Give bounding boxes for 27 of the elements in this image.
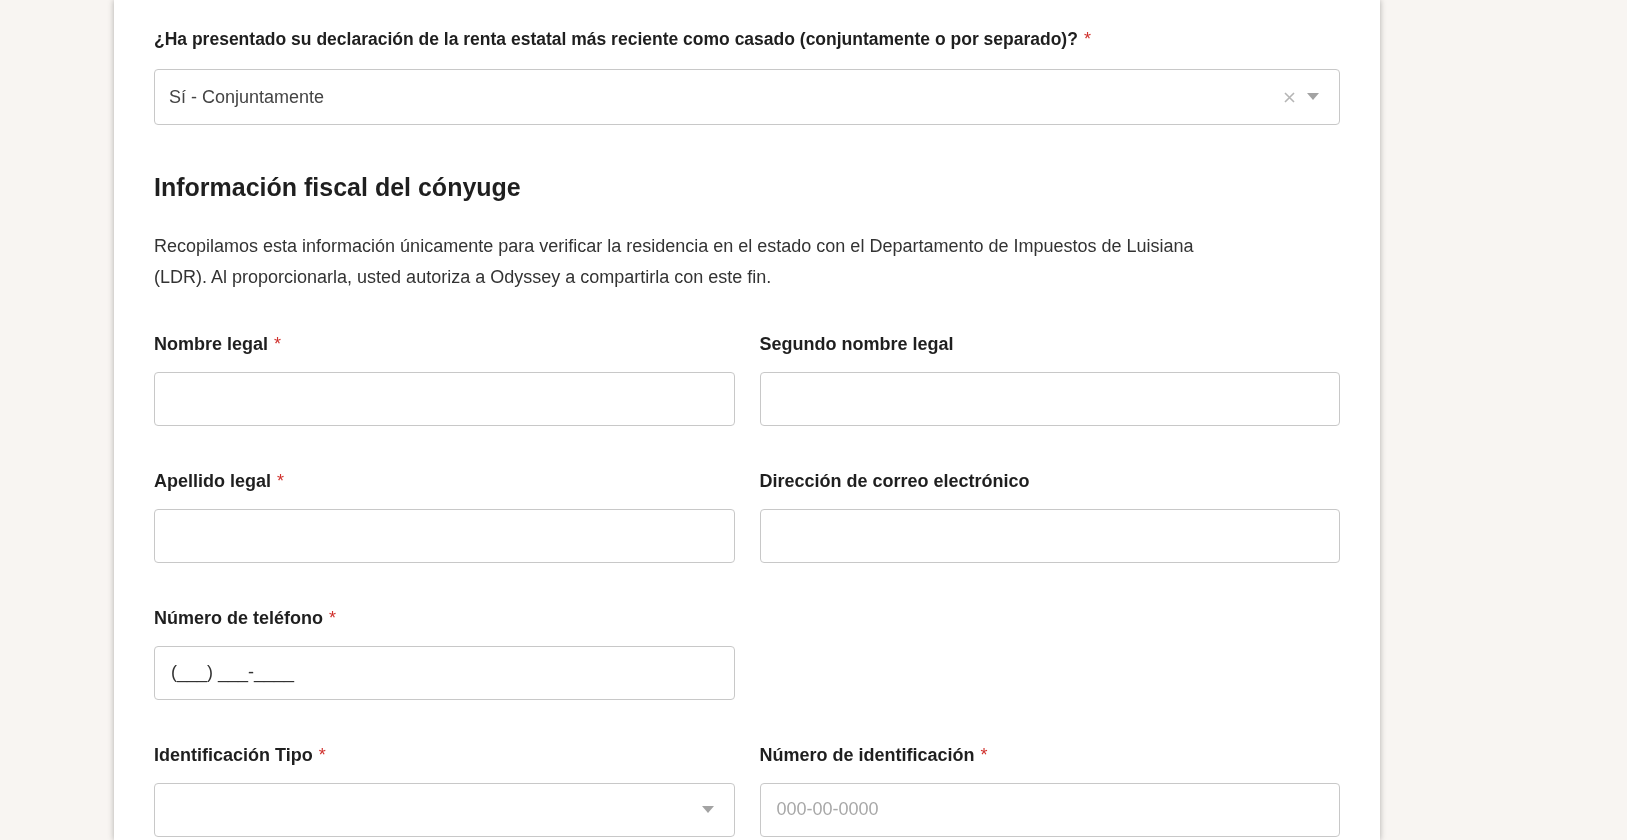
input-field[interactable] <box>154 371 735 426</box>
input-field[interactable] <box>759 371 1340 426</box>
input-field[interactable]: 000-00-0000 <box>759 782 1340 837</box>
required-asterisk: * <box>274 332 282 356</box>
field-label: Nombre legal <box>154 332 269 356</box>
required-asterisk: * <box>980 743 988 767</box>
input-field[interactable]: (___) ___-____ <box>154 645 735 700</box>
section-heading: Información fiscal del cónyuge <box>154 172 522 203</box>
field-label: Apellido legal <box>154 469 272 493</box>
required-asterisk: * <box>329 606 337 630</box>
input-field[interactable] <box>154 508 735 563</box>
caret-icon <box>701 805 714 814</box>
question-label: ¿Ha presentado su declaración de la renta estatal más reciente como casado (conjuntamente o por separado)? <box>154 28 1078 51</box>
select-field[interactable]: Sí - Conjuntamente <box>154 69 1340 125</box>
section-description: Recopilamos esta información únicamente para verificar la residencia en el estado con el Departamento de Impuestos de Luisiana (LDR). Al proporcionarla, usted autoriza a Odyssey a compartirla con este fin. <box>154 234 1195 289</box>
field-label: Número de identificación <box>759 743 975 767</box>
clear-icon[interactable] <box>1284 91 1295 103</box>
required-asterisk: * <box>1083 28 1091 51</box>
required-asterisk: * <box>277 469 285 493</box>
input-field[interactable] <box>759 508 1340 563</box>
field-label: Dirección de correo electrónico <box>759 469 1030 493</box>
caret-icon <box>1307 93 1319 101</box>
field-label: Segundo nombre legal <box>759 332 954 356</box>
select-field[interactable] <box>154 782 735 837</box>
field-label: Identificación Tipo <box>154 743 313 767</box>
field-label: Número de teléfono <box>154 606 323 630</box>
required-asterisk: * <box>318 743 326 767</box>
